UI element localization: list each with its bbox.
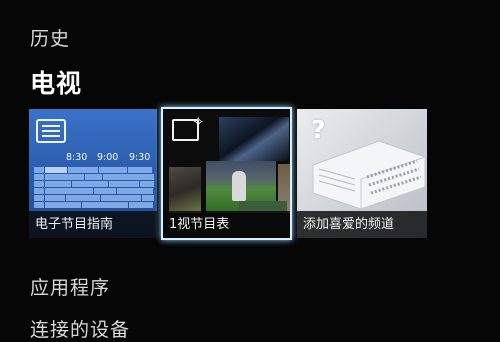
tile-tv-schedule[interactable]: ✧ 1视节目表: [161, 107, 292, 240]
tile-epg[interactable]: 8:30 9:00 9:30 电子节目指南: [29, 109, 157, 238]
menu-item-connected-devices[interactable]: 连接的设备: [30, 315, 130, 342]
epg-grid: [34, 167, 154, 209]
tile-epg-label: 电子节目指南: [29, 211, 157, 238]
epg-time: 9:00: [97, 152, 119, 163]
thumbnail-image: [219, 117, 289, 161]
epg-time: 9:30: [129, 152, 151, 163]
epg-time: 8:30: [66, 152, 88, 163]
tile-tv-schedule-label: 1视节目表: [163, 211, 290, 238]
menu-item-history[interactable]: 历史: [30, 24, 70, 51]
tile-add-favorites-label: 添加喜爱的频道: [297, 211, 427, 238]
wand-icon: ✧: [192, 113, 205, 131]
menu-item-apps[interactable]: 应用程序: [30, 273, 110, 300]
tile-add-favorites[interactable]: ? 添加喜爱的频道: [297, 109, 427, 238]
magazine-illustration: [312, 140, 426, 209]
menu-item-tv[interactable]: 电视: [30, 64, 82, 100]
tv-guide-icon: [36, 119, 66, 143]
epg-time-row: 8:30 9:00 9:30: [29, 152, 157, 166]
thumbnail-image: [169, 167, 201, 213]
